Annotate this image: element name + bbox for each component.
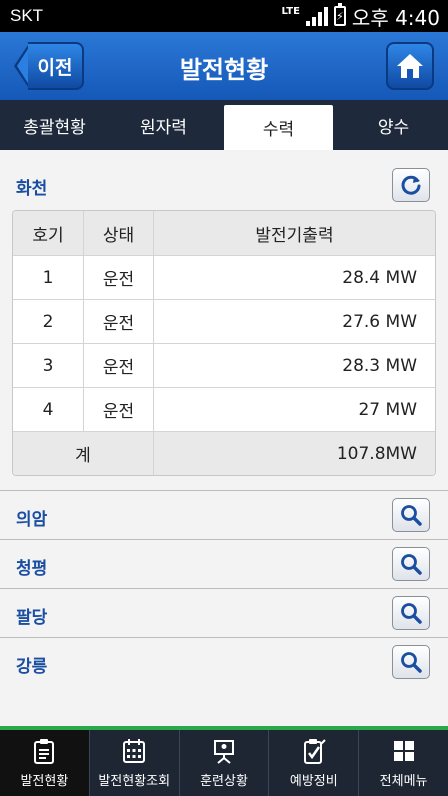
carrier-label: SKT [10,6,44,25]
status-bar: SKT LTE ⚡ 오후 4:40 [0,0,448,32]
output-cell: 28.4 MW [153,256,435,299]
app-header: 이전 발전현황 [0,32,448,100]
nav-label: 전체메뉴 [379,774,428,789]
main-content: 화천 호기 상태 발전기출력 1 운전 28.4 MW 2 운전 27.6 MW… [0,150,448,728]
table-header: 호기 상태 발전기출력 [13,211,435,255]
station-row-gangneung[interactable]: 강릉 [0,638,448,687]
station-row-cheongpyeong[interactable]: 청평 [0,540,448,589]
signal-icon [305,6,328,26]
clock: 오후 4:40 [351,5,440,30]
grid-icon [393,741,414,761]
search-button[interactable] [392,547,430,581]
battery-icon: ⚡ [333,3,346,26]
nav-label: 예방정비 [289,774,338,789]
presentation-icon [213,740,234,764]
table-total-row: 계 107.8MW [13,431,435,475]
search-button[interactable] [392,596,430,630]
column-header-output: 발전기출력 [153,211,435,255]
nav-label: 발전현황 [20,774,69,789]
tab-hydro[interactable]: 수력 [224,105,333,150]
search-button[interactable] [392,498,430,532]
station-name: 의암 [16,510,48,530]
home-button[interactable] [386,42,434,90]
nav-training-status[interactable]: 훈련상황 [178,730,269,796]
home-icon [397,54,423,78]
table-row: 4 운전 27 MW [13,387,435,431]
network-type: LTE [281,6,300,17]
total-value: 107.8MW [153,432,435,475]
nav-preventive-maintenance[interactable]: 예방정비 [268,730,358,796]
nav-generation-status[interactable]: 발전현황 [0,730,89,796]
table-row: 1 운전 28.4 MW [13,255,435,299]
refresh-icon [401,175,421,195]
station-name: 화천 [16,179,48,199]
station-name: 팔당 [16,608,48,628]
station-name: 강릉 [16,657,48,677]
status-icons: LTE ⚡ 오후 4:40 [282,2,440,30]
output-cell: 27 MW [153,388,435,431]
table-row: 2 운전 27.6 MW [13,299,435,343]
status-cell: 운전 [83,300,153,343]
checklist-icon [303,739,326,764]
tab-bar: 총괄현황 원자력 수력 양수 [0,100,448,150]
unit-cell: 3 [42,355,54,376]
output-cell: 28.3 MW [153,344,435,387]
unit-cell: 2 [42,311,54,332]
bottom-nav: 발전현황 발전현황조회 훈련상황 예방정비 전체메뉴 [0,730,448,796]
search-icon [401,505,422,526]
station-row-paldang[interactable]: 팔당 [0,589,448,638]
tab-nuclear[interactable]: 원자력 [109,100,218,150]
generation-table: 호기 상태 발전기출력 1 운전 28.4 MW 2 운전 27.6 MW 3 … [12,210,436,476]
nav-label: 발전현황조회 [98,774,171,789]
search-button[interactable] [392,645,430,679]
page-title: 발전현황 [179,56,269,84]
refresh-button[interactable] [392,168,430,202]
clipboard-icon [34,739,55,764]
nav-generation-query[interactable]: 발전현황조회 [88,730,179,796]
status-cell: 운전 [83,344,153,387]
calendar-icon [123,739,146,763]
unit-cell: 4 [42,399,54,420]
nav-label: 훈련상황 [200,774,248,789]
search-icon [401,652,422,673]
column-header-status: 상태 [83,211,153,255]
table-row: 3 운전 28.3 MW [13,343,435,387]
nav-all-menu[interactable]: 전체메뉴 [358,730,448,796]
unit-cell: 1 [42,267,54,288]
status-cell: 운전 [83,256,153,299]
total-label: 계 [75,446,91,466]
station-row-uiam[interactable]: 의암 [0,491,448,540]
search-icon [401,554,422,575]
status-cell: 운전 [83,388,153,431]
tab-overview[interactable]: 총괄현황 [0,100,109,150]
column-header-unit: 호기 [32,225,64,246]
search-icon [401,603,422,624]
station-name: 청평 [16,559,48,579]
tab-pumped-storage[interactable]: 양수 [339,100,448,150]
output-cell: 27.6 MW [153,300,435,343]
